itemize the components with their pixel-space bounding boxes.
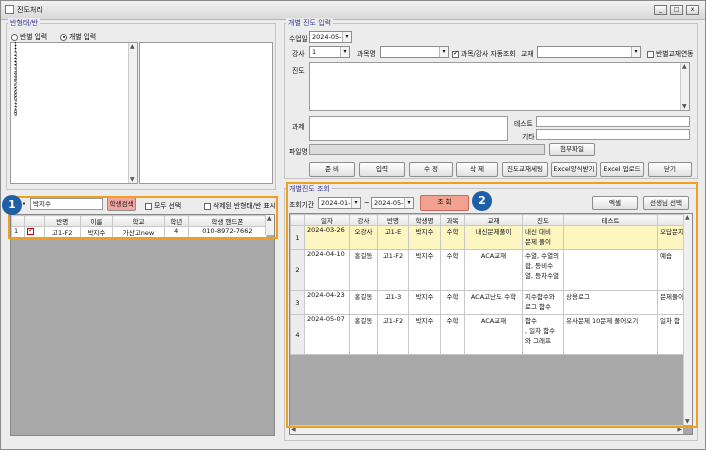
file-input — [309, 144, 545, 155]
class-textbook-checkbox[interactable]: 반별교재연동 — [647, 48, 694, 58]
class-list-item[interactable]: 9 — [14, 113, 17, 118]
chevron-down-icon: ▾ — [631, 47, 640, 57]
close-form-button[interactable]: 닫기 — [648, 162, 692, 177]
highlight-box-2 — [286, 182, 698, 428]
class-list[interactable]: 11122233344455566677789 ▲ ▼ — [10, 42, 138, 184]
progress-scrollbar[interactable]: ▲ ▼ — [680, 63, 689, 110]
maximize-button[interactable]: □ — [670, 5, 683, 15]
chevron-down-icon: ▾ — [439, 47, 448, 57]
date-picker[interactable]: 2024-05-08 ▾ — [309, 31, 352, 43]
textbook-label: 교재 — [521, 50, 534, 58]
textbook-select[interactable]: ▾ — [537, 46, 641, 58]
minimize-button[interactable]: _ — [654, 5, 667, 15]
annotation-badge-2: 2 — [472, 191, 492, 211]
insert-button[interactable]: 입력 — [359, 162, 405, 177]
radio-selected-icon — [60, 33, 67, 41]
delete-button[interactable]: 삭 제 — [456, 162, 498, 177]
modify-button[interactable]: 수 정 — [409, 162, 453, 177]
attach-button[interactable]: 첨부파일 — [549, 143, 595, 156]
test-input[interactable] — [536, 116, 690, 127]
file-label: 파일명 — [289, 148, 308, 156]
subject-select[interactable]: ▾ — [380, 46, 449, 58]
radio-icon — [11, 33, 18, 41]
window-title: 진도처리 — [17, 6, 43, 14]
class-group-label: 반형태/반 — [8, 18, 41, 28]
highlight-box-1 — [8, 196, 278, 239]
homework-textarea[interactable] — [309, 116, 508, 141]
subject-label: 과목명 — [357, 50, 376, 58]
chevron-down-icon: ▾ — [340, 47, 349, 57]
close-button[interactable]: x — [686, 5, 699, 15]
teacher-label: 강사 — [292, 50, 305, 58]
homework-label: 과제 — [292, 123, 305, 131]
annotation-badge-1: 1 — [2, 195, 22, 215]
etc-input[interactable] — [536, 129, 690, 140]
app-icon — [5, 5, 14, 14]
checkbox-icon — [647, 50, 654, 58]
chevron-down-icon: ▾ — [342, 32, 351, 42]
progress-label: 진도 — [292, 67, 305, 75]
excel-upload-button[interactable]: Excel 업로드 — [600, 162, 644, 177]
radio-class-input[interactable]: 반별 입력 — [11, 31, 47, 41]
entry-group-label: 개별 진도 입력 — [286, 18, 334, 28]
teacher-select[interactable]: 1 ▾ — [309, 46, 350, 58]
test-label: 테스트 — [514, 120, 533, 128]
etc-label: 기타 — [522, 133, 535, 141]
progress-textarea[interactable]: ▲ ▼ — [309, 62, 690, 111]
date-label: 수업일 — [289, 35, 308, 43]
textbook-setting-button[interactable]: 진도교재세팅 — [502, 162, 548, 177]
class-detail-list[interactable] — [139, 42, 273, 184]
radio-individual-input[interactable]: 개별 입력 — [60, 31, 96, 41]
prepare-button[interactable]: 준 비 — [309, 162, 355, 177]
excel-template-button[interactable]: Excel양식받기 — [551, 162, 597, 177]
title-bar: 진도처리 _ □ x — [1, 1, 705, 20]
class-list-scrollbar[interactable]: ▲ ▼ — [128, 43, 137, 183]
auto-lookup-checkbox[interactable]: ✓ 과목/강사 자동조회 — [452, 48, 515, 58]
checkbox-checked-icon: ✓ — [452, 48, 459, 58]
student-grid[interactable]: 반명 이름 학교 학년 학생 핸드폰 1 ✓ 고1-F2 박지수 가산고new 4 010-8972… — [10, 214, 275, 436]
